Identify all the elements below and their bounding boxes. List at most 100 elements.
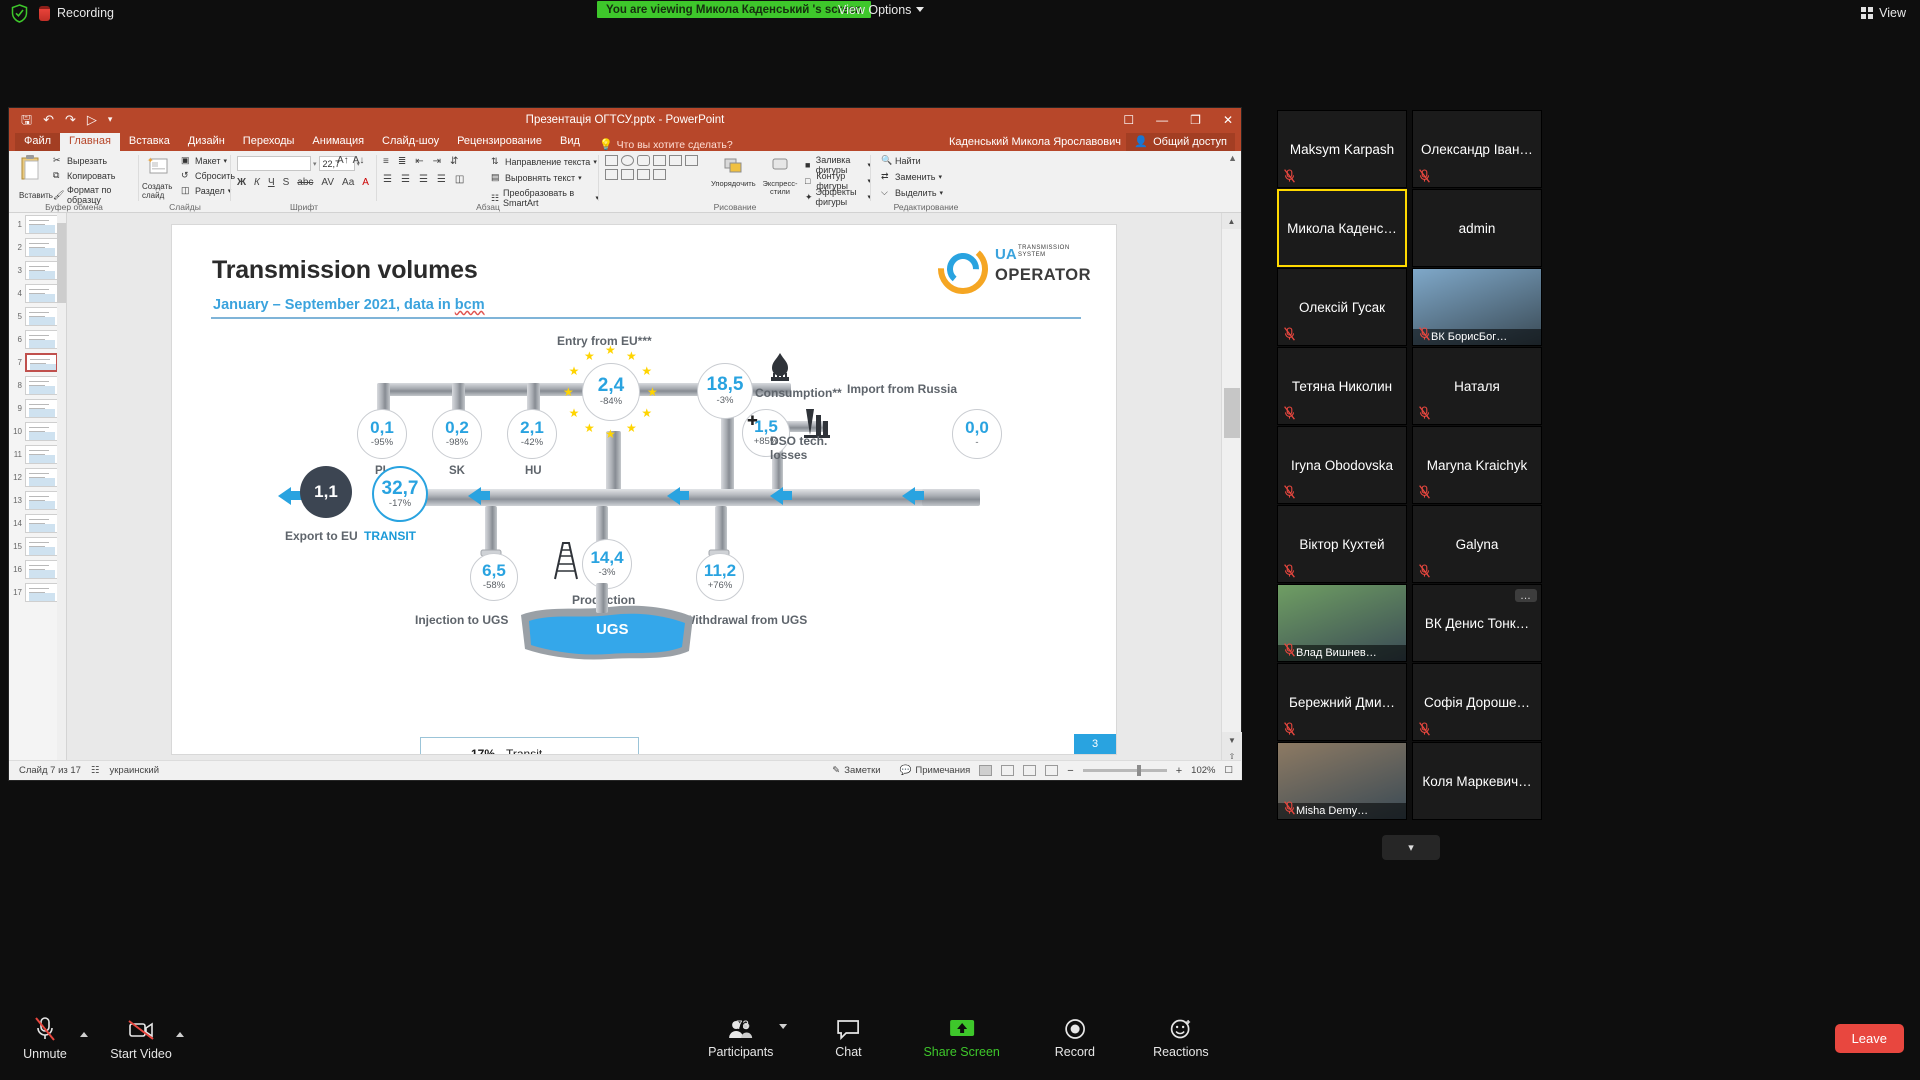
chat-button[interactable]: Chat [817,1018,879,1059]
participants-caret-icon[interactable] [779,1024,787,1029]
participant-tile[interactable]: Віктор Кухтей [1277,505,1407,583]
slide-editing-area[interactable]: Transmission volumes January – September… [67,213,1221,780]
select-button[interactable]: ⌵ Выделить▾ [881,187,943,198]
comments-button[interactable]: 💬 Примечания [900,765,971,776]
close-icon[interactable]: ✕ [1223,113,1233,127]
reading-view-button[interactable] [1023,765,1036,776]
shape-curve-icon[interactable] [653,169,666,180]
text-shadow-button[interactable]: S [283,177,290,188]
bold-button[interactable]: Ж [237,177,246,188]
thumbnail-scrollbar[interactable] [57,213,66,780]
shape-freeform-icon[interactable] [637,169,650,180]
font-color-button[interactable]: A [362,177,369,188]
view-options-button[interactable]: View Options [838,0,924,19]
thumbnail-preview[interactable] [25,261,58,280]
italic-button[interactable]: К [254,177,260,188]
shape-triangle-icon[interactable] [685,155,698,166]
font-name-input[interactable] [237,156,311,171]
participant-tile[interactable]: Maryna Kraichyk [1412,426,1542,504]
thumbnail-preview[interactable] [25,330,58,349]
scroll-up-button[interactable]: ▲ [1222,213,1241,229]
ribbon-display-options-icon[interactable]: ☐ [1123,113,1134,127]
recording-indicator[interactable]: Recording [39,6,114,21]
unmute-button[interactable]: Unmute [14,1016,76,1061]
record-button[interactable]: Record [1044,1018,1106,1059]
line-spacing-button[interactable]: ⇵ [450,156,458,167]
copy-button[interactable]: ⧉ Копировать [53,170,115,181]
participants-video-strip[interactable]: Maksym KarpashОлександр Іван…Микола Каде… [1277,110,1681,828]
zoom-in-button[interactable]: + [1176,765,1182,777]
numbering-button[interactable]: ≣ [398,156,406,167]
signed-in-user[interactable]: Каденський Микола Ярославович [949,136,1121,148]
minimize-icon[interactable]: — [1156,113,1168,127]
fit-to-window-icon[interactable]: ☐ [1224,765,1233,776]
undo-icon[interactable]: ↶ [43,113,54,126]
participant-tile[interactable]: Galyna [1412,505,1542,583]
reset-button[interactable]: ↺ Сбросить [181,170,235,181]
tab-slideshow[interactable]: Слайд-шоу [373,133,448,151]
shape-callout-icon[interactable] [605,169,618,180]
decrease-font-size-button[interactable]: A↓ [353,155,365,166]
shape-star-icon[interactable] [621,169,634,180]
shape-line-icon[interactable] [653,155,666,166]
thumbnail-preview[interactable] [25,399,58,418]
thumbnail-preview[interactable] [25,537,58,556]
tab-transitions[interactable]: Переходы [234,133,304,151]
layout-button[interactable]: ▣ Макет▾ [181,155,227,166]
tab-file[interactable]: Файл [15,133,60,151]
thumbnail-preview[interactable] [25,560,58,579]
slide-title[interactable]: Transmission volumes [212,256,478,285]
tab-design[interactable]: Дизайн [179,133,234,151]
slideshow-view-button[interactable] [1045,765,1058,776]
node-injection-ugs[interactable]: 6,5 -58% [470,553,518,601]
thumbnail-preview[interactable] [25,468,58,487]
tab-review[interactable]: Рецензирование [448,133,551,151]
slide-subtitle[interactable]: January – September 2021, data in bcm [213,297,485,313]
columns-button[interactable]: ◫ [455,174,464,185]
text-direction-button[interactable]: ⇅ Направление текста▾ [491,156,597,167]
paste-button[interactable] [17,155,47,189]
quick-styles-button[interactable]: Экспресс-стили [757,155,803,196]
zoom-level[interactable]: 102% [1191,765,1215,776]
thumbnail-preview[interactable] [25,583,58,602]
align-text-button[interactable]: ▤ Выровнять текст▾ [491,172,582,183]
scroll-down-button[interactable]: ▼ [1222,732,1242,748]
start-video-button[interactable]: Start Video [110,1018,172,1061]
slide-canvas[interactable]: Transmission volumes January – September… [171,224,1117,755]
zoom-out-button[interactable]: − [1067,765,1073,777]
justify-button[interactable]: ☰ [437,174,446,185]
participant-tile[interactable]: Тетяна Николин [1277,347,1407,425]
participant-tile[interactable]: Олександр Іван… [1412,110,1542,188]
change-case-button[interactable]: Aa [342,177,354,188]
security-shield-icon[interactable] [11,4,28,23]
thumbnail-preview[interactable] [25,284,58,303]
node-export-eu[interactable]: 1,1 [300,466,352,518]
language-indicator[interactable]: украинский [110,765,160,776]
align-center-button[interactable]: ☰ [401,174,410,185]
shape-oval-icon[interactable] [621,155,634,166]
increase-indent-button[interactable]: ⇥ [433,156,441,167]
participant-tile[interactable]: Maksym Karpash [1277,110,1407,188]
node-pl[interactable]: 0,1 -95% [357,409,407,459]
view-layout-button[interactable]: View [1861,6,1906,20]
thumbnail-preview[interactable] [25,491,58,510]
participant-tile[interactable]: ВК БорисБог… [1412,268,1542,346]
gas-flow-diagram[interactable]: ★★★★★★★★★★★★ 0,1 -95% [172,321,1117,755]
thumbnail-preview[interactable] [25,422,58,441]
reactions-button[interactable]: Reactions [1150,1018,1212,1059]
notes-button[interactable]: ✎ Заметки [832,765,880,776]
new-slide-button[interactable]: ✦ [147,155,173,181]
strikethrough-button[interactable]: abc [297,177,313,188]
audio-options-caret-icon[interactable] [80,1032,88,1037]
shape-rounded-icon[interactable] [637,155,650,166]
underline-button[interactable]: Ч [268,177,275,188]
decrease-indent-button[interactable]: ⇤ [415,156,423,167]
zoom-slider-knob[interactable] [1137,765,1141,776]
node-import-russia[interactable]: 0,0 - [952,409,1002,459]
node-hu[interactable]: 2,1 -42% [507,409,557,459]
section-button[interactable]: ◫ Раздел▾ [181,185,231,196]
bullets-button[interactable]: ≡ [383,156,389,167]
node-sk[interactable]: 0,2 -98% [432,409,482,459]
restore-icon[interactable]: ❐ [1190,113,1201,127]
participant-tile[interactable]: Микола Каденс… [1277,189,1407,267]
